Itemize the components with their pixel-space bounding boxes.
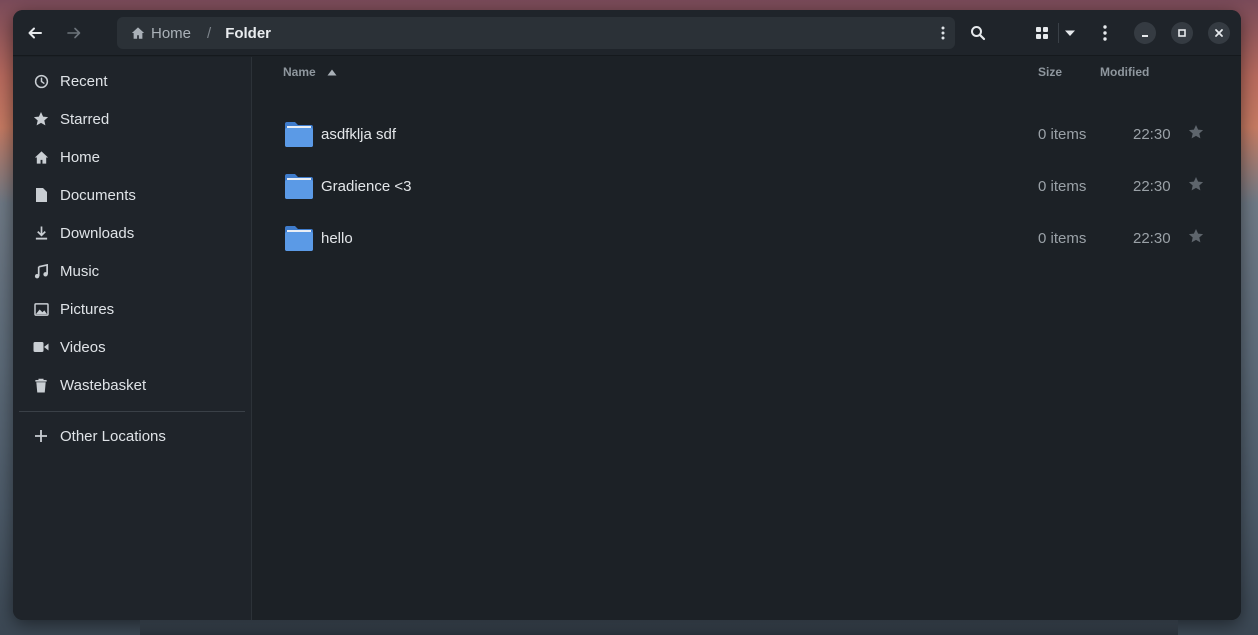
search-icon	[971, 26, 986, 41]
file-size: 0 items	[1038, 178, 1087, 195]
sidebar-item-label: Videos	[60, 338, 106, 356]
sidebar-item-label: Recent	[60, 72, 108, 90]
sidebar-item-label: Other Locations	[60, 427, 166, 445]
path-bar: Home / Folder	[117, 17, 955, 49]
sidebar-item-downloads[interactable]: Downloads	[13, 214, 252, 252]
view-options-dropdown[interactable]	[1057, 20, 1083, 46]
sidebar-item-label: Wastebasket	[60, 376, 147, 394]
star-icon[interactable]	[1188, 124, 1204, 140]
minimize-button[interactable]	[1134, 22, 1156, 44]
sidebar-item-pictures[interactable]: Pictures	[13, 290, 252, 328]
star-icon[interactable]	[1188, 228, 1204, 244]
maximize-icon	[1178, 29, 1186, 37]
arrow-right-icon	[67, 27, 81, 39]
star-icon[interactable]	[1188, 176, 1204, 192]
clock-icon	[32, 72, 50, 90]
music-icon	[32, 262, 50, 280]
file-name: hello	[321, 230, 353, 247]
file-name: asdfklja sdf	[321, 126, 397, 143]
sidebar: Recent Starred Home Documents Downloads …	[13, 57, 252, 620]
breadcrumb-current[interactable]: Folder	[225, 25, 271, 42]
minimize-icon	[1142, 35, 1148, 37]
file-row[interactable]: asdfklja sdf 0 items 22:30	[253, 109, 1241, 161]
header-bar: Home / Folder	[13, 10, 1241, 56]
sidebar-divider	[19, 411, 245, 412]
maximize-button[interactable]	[1171, 22, 1193, 44]
forward-button[interactable]	[61, 20, 87, 46]
document-icon	[32, 186, 50, 204]
column-header-size[interactable]: Size	[1038, 65, 1062, 79]
picture-icon	[32, 300, 50, 318]
file-row[interactable]: hello 0 items 22:30	[253, 213, 1241, 265]
sidebar-item-starred[interactable]: Starred	[13, 100, 252, 138]
sidebar-item-label: Starred	[60, 110, 110, 128]
file-modified: 22:30	[1133, 126, 1171, 143]
file-size: 0 items	[1038, 230, 1087, 247]
sidebar-item-documents[interactable]: Documents	[13, 176, 252, 214]
sidebar-item-videos[interactable]: Videos	[13, 328, 252, 366]
download-icon	[32, 224, 50, 242]
sidebar-item-home[interactable]: Home	[13, 138, 252, 176]
sidebar-item-label: Pictures	[60, 300, 115, 318]
sidebar-item-music[interactable]: Music	[13, 252, 252, 290]
column-header-modified[interactable]: Modified	[1100, 65, 1149, 79]
search-button[interactable]	[965, 20, 991, 46]
grid-view-button[interactable]	[1029, 20, 1055, 46]
sort-ascending-icon	[327, 69, 337, 76]
breadcrumb-separator: /	[207, 24, 212, 42]
sidebar-item-wastebasket[interactable]: Wastebasket	[13, 366, 252, 404]
file-manager-window: Home / Folder Recent Starred Home Docume…	[13, 10, 1241, 620]
main-menu-button[interactable]	[1092, 20, 1118, 46]
arrow-left-icon	[28, 27, 42, 39]
file-modified: 22:30	[1133, 178, 1171, 195]
sidebar-item-label: Home	[60, 148, 101, 166]
kebab-menu-icon	[941, 26, 945, 40]
home-icon	[131, 27, 145, 39]
home-icon	[32, 148, 50, 166]
column-name-label: Name	[283, 65, 316, 79]
path-menu-button[interactable]	[941, 24, 945, 46]
sidebar-item-label: Downloads	[60, 224, 135, 242]
star-icon	[32, 110, 50, 128]
sidebar-item-other-locations[interactable]: Other Locations	[13, 417, 252, 455]
breadcrumb-home[interactable]: Home	[131, 25, 191, 42]
file-modified: 22:30	[1133, 230, 1171, 247]
close-icon	[1215, 29, 1223, 37]
folder-icon	[285, 226, 313, 251]
close-button[interactable]	[1208, 22, 1230, 44]
kebab-menu-icon	[1103, 25, 1107, 41]
file-name: Gradience <3	[321, 178, 412, 195]
column-header-name[interactable]: Name	[283, 65, 337, 79]
chevron-down-icon	[1065, 30, 1075, 36]
sidebar-item-label: Music	[60, 262, 100, 280]
folder-icon	[285, 174, 313, 199]
grid-view-icon	[1036, 27, 1048, 39]
trash-icon	[32, 376, 50, 394]
breadcrumb-home-label: Home	[151, 24, 192, 42]
file-size: 0 items	[1038, 126, 1087, 143]
back-button[interactable]	[22, 20, 48, 46]
video-icon	[32, 338, 50, 356]
sidebar-item-recent[interactable]: Recent	[13, 62, 252, 100]
folder-icon	[285, 122, 313, 147]
file-list-view: Name Size Modified asdfklja sdf 0 items …	[253, 57, 1241, 620]
file-row[interactable]: Gradience <3 0 items 22:30	[253, 161, 1241, 213]
sidebar-item-label: Documents	[60, 186, 136, 204]
plus-icon	[32, 427, 50, 445]
